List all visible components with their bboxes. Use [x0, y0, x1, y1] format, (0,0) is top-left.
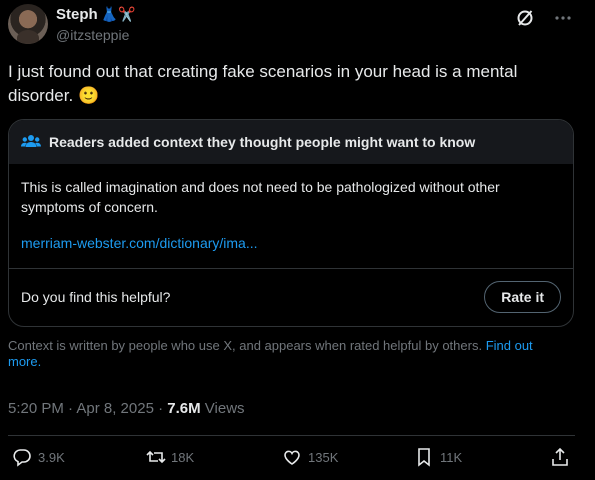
tweet-emoji: 🙂 [77, 86, 100, 105]
community-note-header: Readers added context they thought peopl… [9, 120, 573, 164]
repost-count: 18K [171, 449, 195, 465]
context-disclaimer-text: Context is written by people who use X, … [8, 338, 483, 353]
like-count: 135K [308, 449, 339, 465]
author-name[interactable]: Steph 👗✂️ [56, 6, 136, 23]
share-icon [550, 447, 570, 467]
community-note-title: Readers added context they thought peopl… [49, 134, 476, 150]
bookmark-icon [414, 447, 434, 467]
rate-it-button[interactable]: Rate it [484, 281, 561, 313]
avatar[interactable] [8, 4, 48, 44]
context-disclaimer: Context is written by people who use X, … [8, 338, 568, 370]
helpful-question: Do you find this helpful? [21, 289, 171, 305]
community-note-link[interactable]: merriam-webster.com/dictionary/ima... [21, 233, 561, 253]
bookmark-count: 11K [440, 449, 463, 465]
author-handle[interactable]: @itzsteppie [56, 27, 129, 43]
community-notes-icon [21, 132, 41, 152]
reply-button[interactable]: 3.9K [12, 447, 65, 467]
author-name-emoji: 👗✂️ [100, 6, 136, 22]
reply-icon [12, 447, 32, 467]
community-note: Readers added context they thought peopl… [8, 119, 574, 327]
grok-icon[interactable] [515, 8, 535, 28]
more-icon[interactable] [553, 8, 573, 28]
community-note-text: This is called imagination and does not … [21, 179, 500, 215]
reply-count: 3.9K [38, 449, 65, 465]
action-bar: 3.9K 18K 135K 11K [12, 447, 572, 471]
like-icon [282, 447, 302, 467]
share-button[interactable] [550, 447, 570, 467]
top-actions [515, 8, 573, 28]
bookmark-button[interactable]: 11K [414, 447, 462, 467]
divider [8, 435, 575, 436]
repost-icon [145, 447, 166, 467]
tweet-timestamp[interactable]: 5:20 PM · Apr 8, 2025 · [8, 400, 167, 417]
tweet-text: I just found out that creating fake scen… [8, 60, 568, 108]
community-note-body: This is called imagination and does not … [9, 164, 573, 253]
like-button[interactable]: 135K [282, 447, 338, 467]
author-name-text: Steph [56, 6, 98, 23]
repost-button[interactable]: 18K [145, 447, 194, 467]
community-note-footer: Do you find this helpful? Rate it [9, 268, 573, 325]
tweet-meta: 5:20 PM · Apr 8, 2025 · 7.6M Views [8, 400, 245, 417]
views-label: Views [200, 400, 245, 417]
views-count: 7.6M [167, 400, 201, 417]
